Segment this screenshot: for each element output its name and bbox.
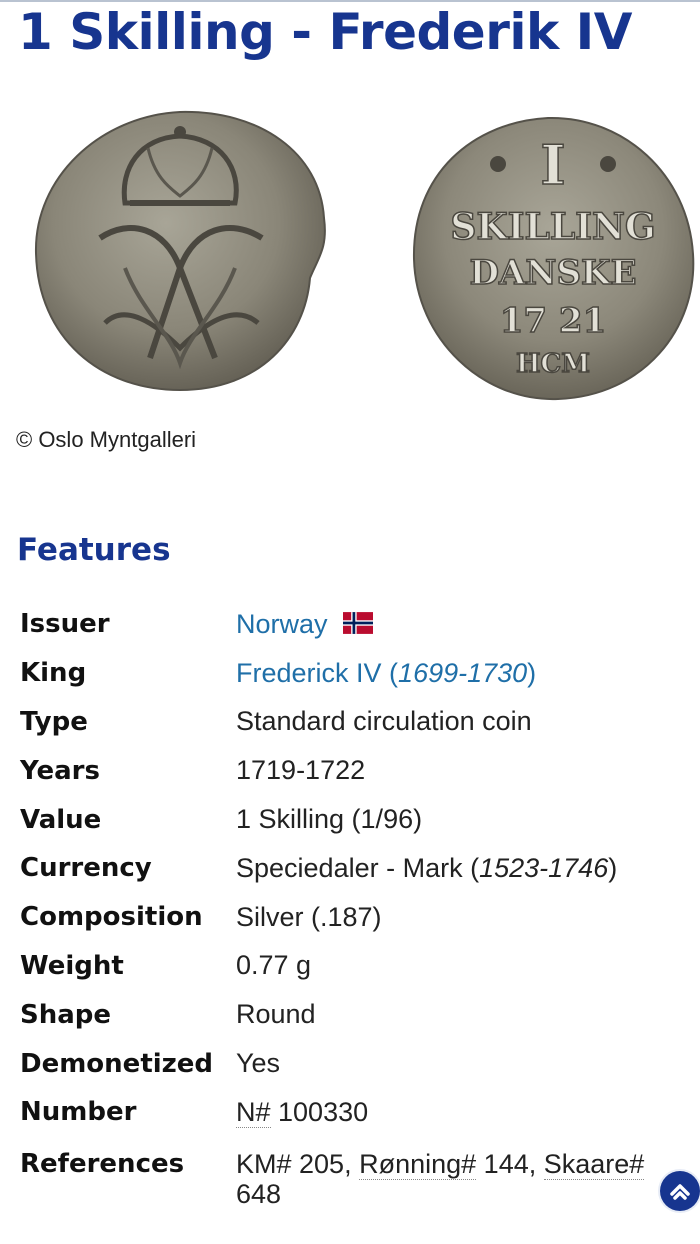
coin-reverse-image[interactable]: I SKILLING DANSKE 17 21 HCM bbox=[408, 114, 698, 404]
table-row: Weight 0.77 g bbox=[12, 942, 644, 991]
number-value: N# 100330 bbox=[236, 1088, 644, 1137]
svg-text:I: I bbox=[540, 133, 565, 197]
king-years: 1699-1730 bbox=[398, 657, 528, 688]
svg-text:17 21: 17 21 bbox=[500, 301, 606, 341]
issuer-link[interactable]: Norway bbox=[236, 609, 328, 639]
currency-close: ) bbox=[608, 852, 618, 883]
ref-skaare-num: 648 bbox=[236, 1178, 282, 1209]
value-label: Value bbox=[20, 804, 102, 835]
issuer-label: Issuer bbox=[20, 609, 110, 640]
table-row: Shape Round bbox=[12, 990, 644, 1039]
coin-obverse-image[interactable] bbox=[30, 108, 330, 393]
king-value: Frederick IV (1699-1730) bbox=[236, 649, 644, 698]
king-close: ) bbox=[527, 657, 537, 688]
king-name: Frederick IV bbox=[236, 657, 382, 688]
years-value: 1719-1722 bbox=[236, 755, 366, 786]
svg-text:HCM: HCM bbox=[516, 349, 590, 379]
type-label: Type bbox=[20, 706, 88, 737]
number-label: Number bbox=[20, 1097, 137, 1128]
shape-label: Shape bbox=[20, 999, 112, 1030]
king-link[interactable]: Frederick IV (1699-1730) bbox=[236, 658, 536, 688]
references-value: KM# 205, Rønning# 144, Skaare# 648 bbox=[236, 1137, 645, 1209]
years-label: Years bbox=[20, 755, 100, 786]
weight-label: Weight bbox=[20, 950, 124, 981]
table-row: Years 1719-1722 bbox=[12, 746, 644, 795]
king-open: ( bbox=[381, 657, 399, 688]
currency-label: Currency bbox=[20, 853, 152, 884]
currency-years: 1523-1746 bbox=[479, 852, 609, 883]
currency-value: Speciedaler - Mark (1523-1746) bbox=[236, 844, 644, 893]
coin-images: I SKILLING DANSKE 17 21 HCM bbox=[0, 100, 700, 420]
value-value: 1 Skilling (1/96) bbox=[236, 804, 423, 835]
ref-skaare[interactable]: Skaare# bbox=[543, 1148, 645, 1180]
svg-text:SKILLING: SKILLING bbox=[450, 206, 655, 248]
references-label: References bbox=[20, 1148, 185, 1179]
chevron-up-icon bbox=[670, 1184, 690, 1200]
composition-label: Composition bbox=[20, 902, 203, 933]
number-digits: 100330 bbox=[270, 1096, 369, 1127]
image-credit: © Oslo Myntgalleri bbox=[16, 427, 197, 452]
weight-value: 0.77 g bbox=[236, 950, 312, 981]
number-abbr[interactable]: N# bbox=[236, 1096, 271, 1128]
table-row: Value 1 Skilling (1/96) bbox=[12, 795, 644, 844]
table-row: References KM# 205, Rønning# 144, Skaare… bbox=[12, 1137, 645, 1209]
king-label: King bbox=[20, 658, 87, 689]
norway-flag-icon bbox=[343, 611, 374, 634]
currency-name: Speciedaler - Mark ( bbox=[236, 852, 480, 883]
table-row: King Frederick IV (1699-1730) bbox=[12, 649, 644, 698]
table-row: Type Standard circulation coin bbox=[12, 698, 644, 747]
composition-value: Silver (.187) bbox=[236, 901, 382, 932]
demonetized-label: Demonetized bbox=[20, 1048, 214, 1079]
shape-value: Round bbox=[236, 999, 316, 1030]
ref-ronning-num: 144, bbox=[476, 1148, 544, 1179]
demonetized-value: Yes bbox=[236, 1048, 281, 1079]
ref-km[interactable]: KM# 205 bbox=[236, 1149, 344, 1179]
page-title: 1 Skilling - Frederik IV bbox=[18, 3, 632, 61]
table-row: Currency Speciedaler - Mark (1523-1746) bbox=[12, 844, 644, 893]
features-heading: Features bbox=[17, 532, 171, 568]
issuer-value: Norway bbox=[236, 600, 644, 649]
type-value: Standard circulation coin bbox=[236, 706, 532, 737]
table-row: Composition Silver (.187) bbox=[12, 893, 644, 942]
features-table: Issuer Norway King Frederick IV (1699-17… bbox=[12, 600, 645, 1209]
table-row: Number N# 100330 bbox=[12, 1088, 644, 1137]
ref-sep: , bbox=[344, 1148, 360, 1179]
scroll-to-top-button[interactable] bbox=[660, 1171, 700, 1211]
table-row: Demonetized Yes bbox=[12, 1039, 644, 1088]
svg-text:DANSKE: DANSKE bbox=[470, 253, 637, 293]
ref-ronning[interactable]: Rønning# bbox=[359, 1148, 477, 1180]
table-row: Issuer Norway bbox=[12, 600, 644, 649]
